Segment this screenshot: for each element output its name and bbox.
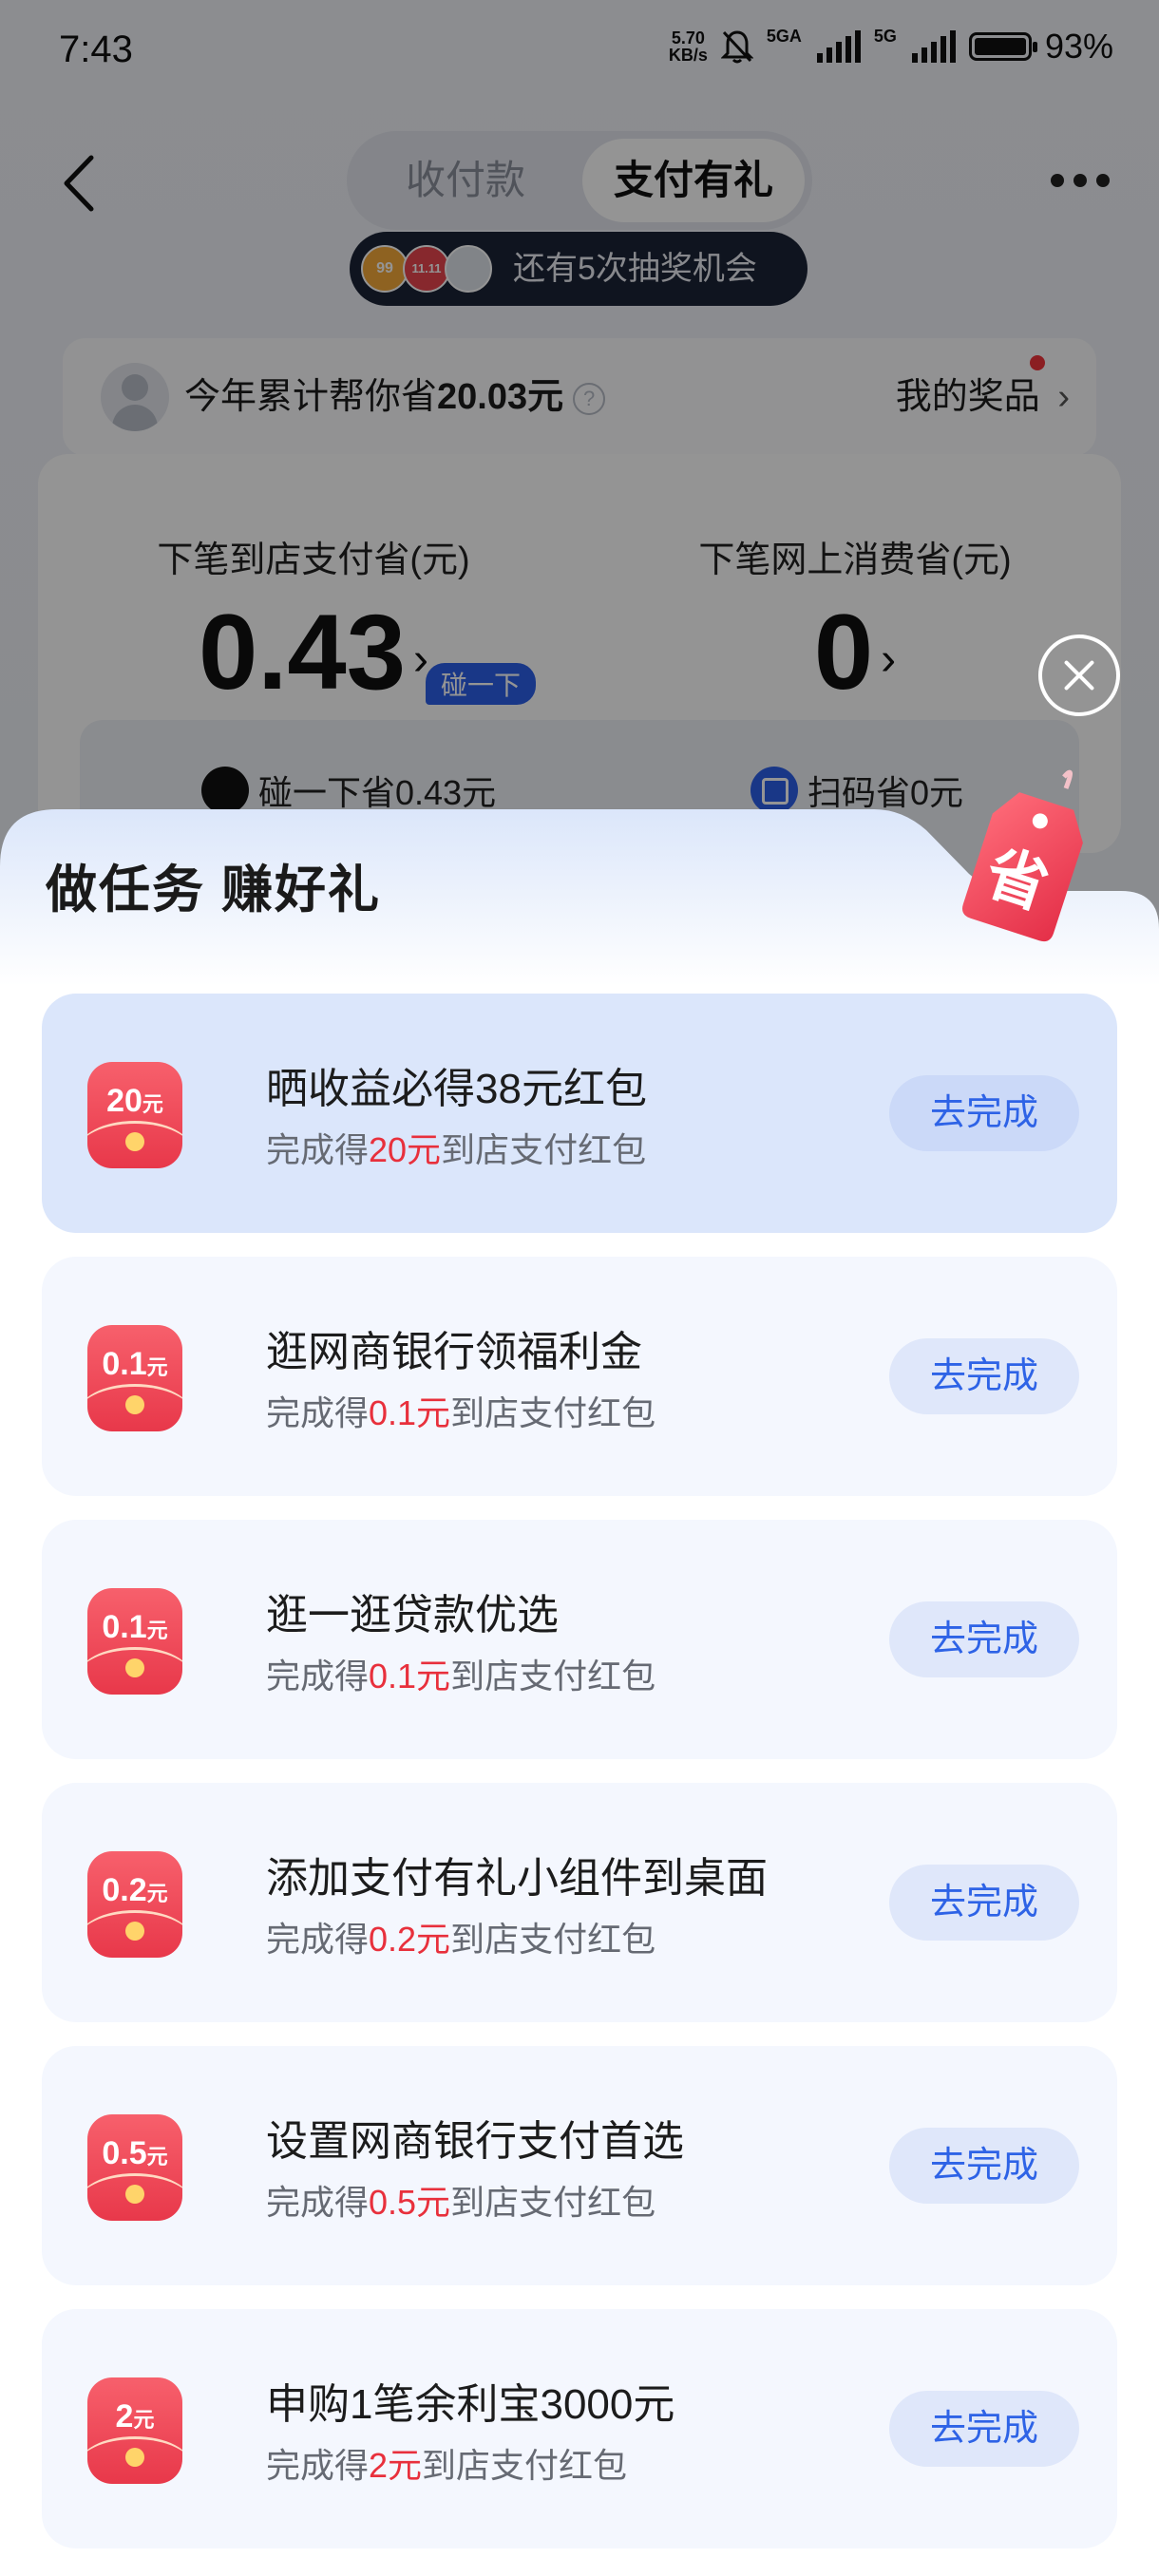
task-title: 晒收益必得38元红包 — [266, 1066, 647, 1112]
task-title: 设置网商银行支付首选 — [266, 2118, 684, 2165]
task-reward-amount: 20元 — [369, 1130, 442, 1169]
task-description: 完成得0.1元到店支付红包 — [266, 1649, 656, 1698]
task-item: 0.2元 添加支付有礼小组件到桌面 完成得0.2元到店支付红包 去完成 — [42, 1783, 1117, 2022]
task-desc-suffix: 到店支付红包 — [422, 2446, 628, 2485]
envelope-amount: 0.5 — [102, 2135, 147, 2171]
task-desc-prefix: 完成得 — [266, 1657, 370, 1695]
envelope-unit: 元 — [146, 1355, 168, 1379]
task-desc-prefix: 完成得 — [266, 1393, 370, 1432]
task-item: 0.1元 逛一逛贷款优选 完成得0.1元到店支付红包 去完成 — [42, 1520, 1117, 1759]
complete-task-button[interactable]: 去完成 — [889, 1865, 1079, 1941]
envelope-unit: 元 — [146, 1619, 168, 1642]
envelope-amount: 2 — [115, 2398, 134, 2434]
red-envelope-icon: 0.1元 — [87, 1325, 182, 1431]
task-reward-amount: 0.2元 — [369, 1920, 451, 1959]
task-desc-prefix: 完成得 — [266, 2183, 370, 2222]
task-sheet: 省 做任务 赚好礼 20元 晒收益必得38元红包 完成得20元到店支付红包 去完… — [0, 769, 1159, 2576]
task-title: 逛网商银行领福利金 — [266, 1329, 642, 1375]
task-desc-suffix: 到店支付红包 — [450, 1657, 656, 1695]
task-item: 0.1元 逛网商银行领福利金 完成得0.1元到店支付红包 去完成 — [42, 1257, 1117, 1496]
task-title: 添加支付有礼小组件到桌面 — [266, 1855, 768, 1902]
task-item: 0.5元 设置网商银行支付首选 完成得0.5元到店支付红包 去完成 — [42, 2046, 1117, 2285]
envelope-unit: 元 — [133, 2408, 155, 2432]
task-desc-prefix: 完成得 — [266, 2446, 370, 2485]
savings-tag-icon: 省 — [961, 769, 1083, 942]
task-title: 逛一逛贷款优选 — [266, 1592, 559, 1638]
envelope-unit: 元 — [142, 1092, 163, 1116]
task-desc-suffix: 到店支付红包 — [441, 1130, 647, 1169]
task-reward-amount: 0.1元 — [369, 1393, 451, 1432]
complete-task-button[interactable]: 去完成 — [889, 2391, 1079, 2467]
complete-task-button[interactable]: 去完成 — [889, 1338, 1079, 1414]
task-title: 申购1笔余利宝3000元 — [266, 2381, 675, 2428]
red-envelope-icon: 0.5元 — [87, 2114, 182, 2221]
task-desc-prefix: 完成得 — [266, 1920, 370, 1959]
red-envelope-icon: 0.1元 — [87, 1588, 182, 1695]
envelope-unit: 元 — [146, 1882, 168, 1905]
task-desc-suffix: 到店支付红包 — [450, 2183, 656, 2222]
task-desc-suffix: 到店支付红包 — [450, 1920, 656, 1959]
task-item: 20元 晒收益必得38元红包 完成得20元到店支付红包 去完成 — [42, 994, 1117, 1233]
complete-task-button[interactable]: 去完成 — [889, 2128, 1079, 2204]
complete-task-button[interactable]: 去完成 — [889, 1601, 1079, 1677]
sheet-title: 做任务 赚好礼 — [46, 862, 382, 919]
envelope-amount: 0.1 — [102, 1346, 147, 1382]
envelope-amount: 20 — [106, 1083, 142, 1119]
complete-task-button[interactable]: 去完成 — [889, 1075, 1079, 1151]
task-description: 完成得20元到店支付红包 — [266, 1123, 646, 1172]
task-reward-amount: 2元 — [369, 2446, 423, 2485]
close-icon[interactable] — [1038, 635, 1120, 716]
task-description: 完成得0.2元到店支付红包 — [266, 1912, 656, 1961]
task-desc-suffix: 到店支付红包 — [450, 1393, 656, 1432]
task-reward-amount: 0.5元 — [369, 2183, 451, 2222]
task-description: 完成得0.1元到店支付红包 — [266, 1386, 656, 1435]
red-envelope-icon: 20元 — [87, 1062, 182, 1168]
task-desc-prefix: 完成得 — [266, 1130, 370, 1169]
red-envelope-icon: 2元 — [87, 2377, 182, 2484]
envelope-unit: 元 — [146, 2145, 168, 2169]
envelope-amount: 0.2 — [102, 1872, 147, 1908]
task-description: 完成得0.5元到店支付红包 — [266, 2175, 656, 2225]
task-description: 完成得2元到店支付红包 — [266, 2438, 627, 2488]
task-item: 2元 申购1笔余利宝3000元 完成得2元到店支付红包 去完成 — [42, 2309, 1117, 2548]
envelope-amount: 0.1 — [102, 1609, 147, 1645]
red-envelope-icon: 0.2元 — [87, 1851, 182, 1958]
task-reward-amount: 0.1元 — [369, 1657, 451, 1695]
